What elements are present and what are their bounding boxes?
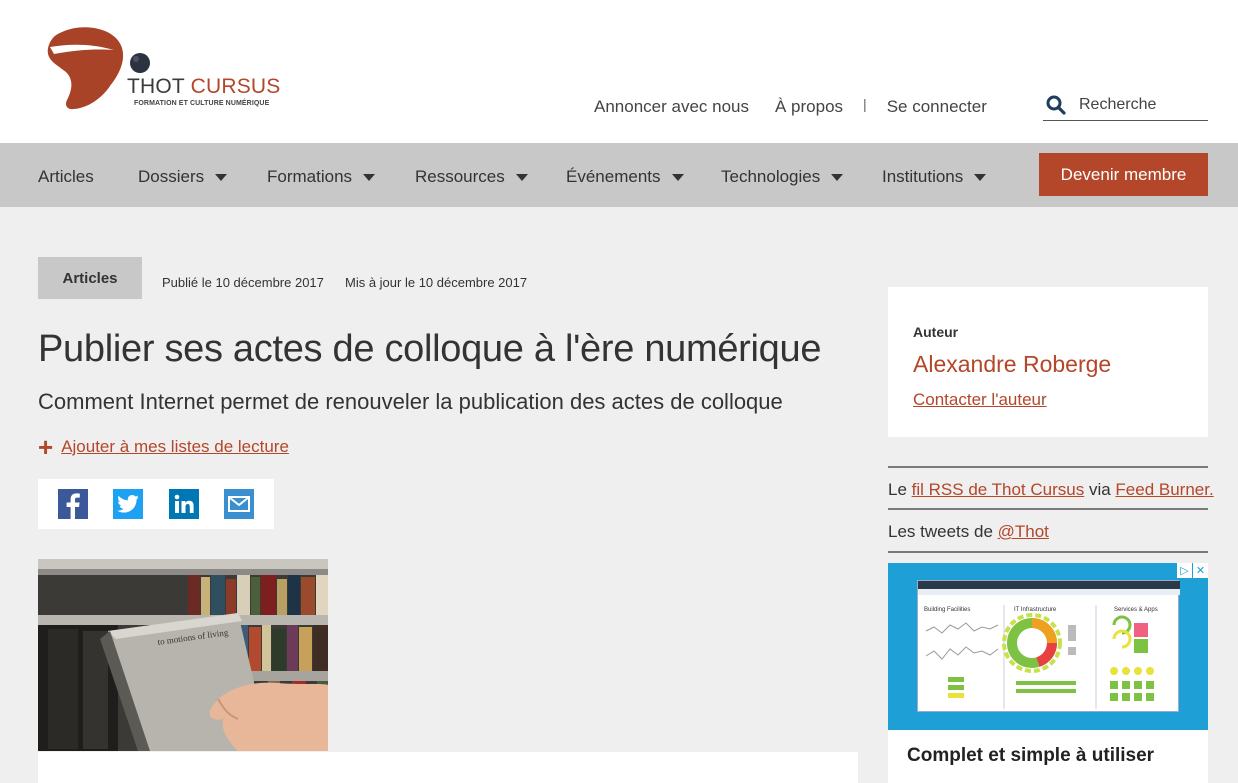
linkedin-icon[interactable] (169, 489, 199, 519)
rss-prefix: Le (888, 480, 912, 499)
site-logo[interactable]: THOT CURSUS FORMATION ET CULTURE NUMÉRIQ… (44, 24, 280, 116)
nav-item-articles[interactable]: Articles (38, 167, 94, 187)
sidebar-advertisement[interactable]: Building Facilities IT Infrastructure Se… (888, 563, 1208, 783)
login-link[interactable]: Se connecter (887, 97, 987, 117)
author-label: Auteur (913, 324, 959, 340)
article-subtitle: Comment Internet permet de renouveler la… (38, 389, 783, 414)
caret-down-icon (831, 174, 844, 181)
facebook-icon[interactable] (58, 489, 88, 519)
twitter-icon[interactable] (113, 489, 143, 519)
author-card: Auteur Alexandre Roberge Contacter l'aut… (888, 287, 1208, 437)
category-tag[interactable]: Articles (38, 257, 142, 299)
divider (888, 466, 1208, 468)
divider (888, 551, 1208, 553)
logo-tagline: FORMATION ET CULTURE NUMÉRIQUE (134, 100, 270, 107)
published-date: Publié le 10 décembre 2017 (162, 275, 324, 290)
nav-item-label: Événements (566, 167, 661, 186)
nav-item-label: Ressources (415, 167, 505, 186)
rss-feed-link[interactable]: fil RSS de Thot Cursus (912, 480, 1085, 499)
nav-item-label: Formations (267, 167, 353, 186)
nav-item-dossiers[interactable]: Dossiers (138, 167, 228, 187)
tweets-line: Les tweets de @Thot (888, 522, 1049, 542)
search-input[interactable] (1079, 94, 1204, 116)
updated-date: Mis à jour le 10 décembre 2017 (345, 275, 528, 290)
ad-panel-title: IT Infrastructure (1014, 607, 1057, 613)
top-navigation: Annoncer avec nous À propos | Se connect… (594, 96, 987, 117)
nav-item-institutions[interactable]: Institutions (882, 167, 987, 187)
caret-down-icon (215, 174, 228, 181)
article-hero-image: to motions of living (38, 559, 328, 751)
caret-down-icon (515, 174, 528, 181)
rss-mid: via (1084, 480, 1116, 499)
close-ad-icon[interactable]: ✕ (1193, 563, 1208, 578)
nav-item-label: Articles (38, 167, 94, 186)
email-icon[interactable] (224, 489, 254, 519)
author-name-link[interactable]: Alexandre Roberge (913, 351, 1111, 378)
nav-item-ressources[interactable]: Ressources (415, 167, 528, 187)
nav-item-label: Institutions (882, 167, 964, 186)
caret-down-icon (974, 174, 987, 181)
nav-item-formations[interactable]: Formations (267, 167, 376, 187)
ad-badges: ▷ ✕ (1176, 563, 1208, 578)
become-member-button[interactable]: Devenir membre (1039, 153, 1208, 196)
tweets-prefix: Les tweets de (888, 522, 998, 541)
plus-icon: + (38, 432, 54, 462)
nav-item-technologies[interactable]: Technologies (721, 167, 844, 187)
twitter-handle-link[interactable]: @Thot (998, 522, 1049, 541)
nav-item-label: Technologies (721, 167, 821, 186)
ad-panel-title: Services & Apps (1114, 607, 1158, 613)
caret-down-icon (363, 174, 376, 181)
reading-list-label: Ajouter à mes listes de lecture (61, 437, 289, 456)
article-title: Publier ses actes de colloque à l'ère nu… (38, 328, 822, 370)
divider (888, 508, 1208, 510)
feedburner-link[interactable]: Feed Burner. (1115, 480, 1213, 499)
adchoices-icon[interactable]: ▷ (1177, 563, 1192, 578)
add-to-reading-list-link[interactable]: + Ajouter à mes listes de lecture (38, 432, 289, 462)
search-box (1043, 92, 1208, 121)
ad-panel-title: Building Facilities (924, 607, 970, 613)
article-body-card (38, 752, 858, 783)
nav-item-label: Dossiers (138, 167, 205, 186)
nav-separator: | (863, 96, 867, 112)
share-bar (38, 479, 274, 529)
logo-title: THOT CURSUS (127, 75, 281, 98)
rss-line: Le fil RSS de Thot Cursus via Feed Burne… (888, 480, 1214, 500)
ad-headline: Complet et simple à utiliser (907, 745, 1155, 766)
about-link[interactable]: À propos (775, 97, 843, 117)
contact-author-link[interactable]: Contacter l'auteur (913, 390, 1047, 410)
nav-item-evenements[interactable]: Événements (566, 167, 684, 187)
advertise-link[interactable]: Annoncer avec nous (594, 97, 749, 117)
search-icon[interactable] (1046, 95, 1066, 115)
main-navigation: Articles Dossiers Formations Ressources … (0, 143, 1238, 207)
ad-visual: Building Facilities IT Infrastructure Se… (888, 563, 1208, 730)
caret-down-icon (671, 174, 684, 181)
ad-dashboard-screenshot: Building Facilities IT Infrastructure Se… (917, 580, 1180, 712)
site-header: THOT CURSUS FORMATION ET CULTURE NUMÉRIQ… (0, 0, 1238, 143)
